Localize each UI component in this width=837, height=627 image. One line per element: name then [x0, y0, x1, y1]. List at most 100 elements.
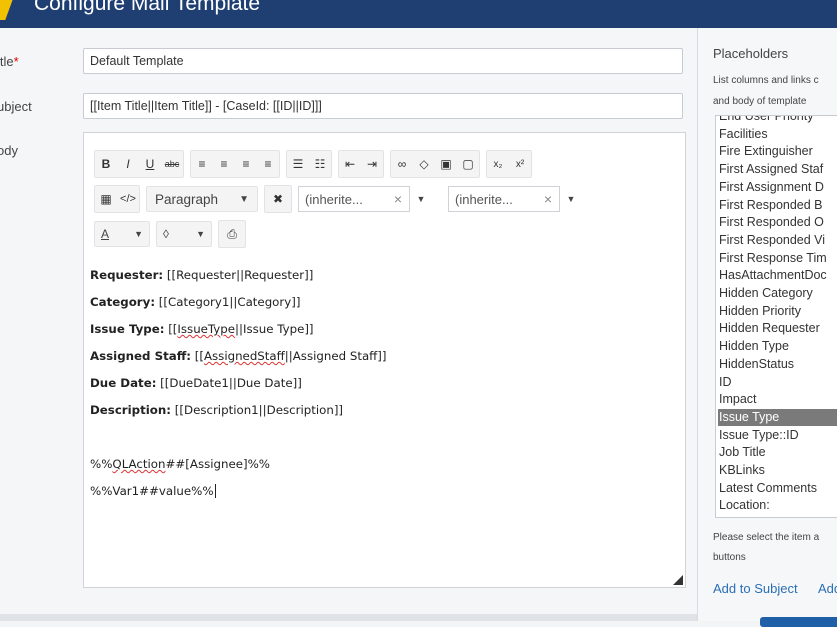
placeholders-hint-2: and body of template — [713, 96, 807, 107]
placeholder-item[interactable]: Hidden Type — [718, 338, 837, 355]
font-size-input[interactable]: (inherite... × — [448, 186, 560, 212]
align-center-button[interactable]: ≡ — [213, 151, 235, 177]
rich-text-editor[interactable]: B I Uabc ≡ ≡ ≡ ≡ ☰ ☷ ⇤ ⇥ ∞ ◇ ▣ ▢ x₂ x² ▦ </> Paragr… — [83, 132, 686, 588]
strikethrough-button[interactable]: abc — [161, 151, 183, 177]
body-line: Issue Type: [[IssueType||Issue Type]] — [90, 322, 314, 336]
body-line: Due Date: [[DueDate1||Due Date]] — [90, 376, 302, 390]
placeholder-item[interactable]: First Assignment D — [718, 179, 837, 196]
body-line: Category: [[Category1||Category]] — [90, 295, 301, 309]
variable-line: %%Var1##value%% — [90, 484, 216, 498]
placeholders-footer-1: Please select the item a — [713, 532, 820, 543]
placeholder-item[interactable]: Hidden Category — [718, 285, 837, 302]
bullet-list-button[interactable]: ☰ — [287, 151, 309, 177]
placeholders-hint-1: List columns and links c — [713, 75, 819, 86]
placeholder-item[interactable]: Fire Extinguisher — [718, 143, 837, 160]
subject-label: ubject — [0, 99, 32, 114]
placeholder-item[interactable]: Hidden Priority — [718, 303, 837, 320]
placeholder-item[interactable]: Facilities — [718, 126, 837, 143]
clear-font-family-icon[interactable]: × — [387, 191, 409, 207]
toolbar-row-1: B I Uabc ≡ ≡ ≡ ≡ ☰ ☷ ⇤ ⇥ ∞ ◇ ▣ ▢ x₂ x² — [94, 150, 538, 178]
placeholder-item[interactable]: First Responded Vi — [718, 232, 837, 249]
clear-font-size-icon[interactable]: × — [537, 191, 559, 207]
placeholder-item[interactable]: Hidden Requester — [718, 320, 837, 337]
placeholder-item[interactable]: First Assigned Staf — [718, 161, 837, 178]
font-color-dropdown[interactable]: A ▼ — [94, 221, 150, 247]
required-mark: * — [13, 54, 19, 69]
placeholder-item[interactable]: Job Title — [718, 444, 837, 461]
body-line: Requester: [[Requester||Requester]] — [90, 268, 314, 282]
body-label: ody — [0, 143, 18, 158]
font-color-icon: A — [101, 227, 110, 241]
table-icon[interactable]: ▦ — [95, 186, 117, 212]
file-button[interactable]: ▢ — [457, 151, 479, 177]
title-label: itle* — [0, 54, 19, 69]
subscript-button[interactable]: x₂ — [487, 151, 509, 177]
paragraph-dropdown[interactable]: Paragraph ▼ — [146, 186, 258, 212]
clear-format-group: ✖ — [264, 185, 292, 213]
body-line: Description: [[Description1||Description… — [90, 403, 344, 417]
placeholders-panel: Placeholders List columns and links c an… — [697, 28, 837, 621]
print-group: ⎙ — [218, 220, 246, 248]
align-right-button[interactable]: ≡ — [235, 151, 257, 177]
align-group: ≡ ≡ ≡ ≡ — [190, 150, 280, 178]
code-icon[interactable]: </> — [117, 186, 139, 212]
placeholder-item[interactable]: ID — [718, 374, 837, 391]
align-justify-button[interactable]: ≡ — [257, 151, 279, 177]
footer-bar — [0, 614, 697, 621]
background-color-dropdown[interactable]: ◊ ▼ — [156, 221, 212, 247]
clear-format-icon[interactable]: ✖ — [265, 186, 291, 212]
toolbar-row-3: A ▼ ◊ ▼ ⎙ — [94, 220, 252, 248]
indent-group: ⇤ ⇥ — [338, 150, 384, 178]
align-left-button[interactable]: ≡ — [191, 151, 213, 177]
outdent-button[interactable]: ⇤ — [339, 151, 361, 177]
placeholders-title: Placeholders — [713, 46, 789, 61]
placeholder-item[interactable]: HiddenStatus — [718, 356, 837, 373]
indent-button[interactable]: ⇥ — [361, 151, 383, 177]
link-button[interactable]: ∞ — [391, 151, 413, 177]
placeholders-footer-2: buttons — [713, 552, 746, 563]
bold-button[interactable]: B — [95, 151, 117, 177]
window-title: Configure Mail Template — [34, 0, 261, 15]
title-bar: Configure Mail Template — [0, 0, 837, 28]
font-size-dropdown-icon[interactable]: ▼ — [560, 186, 582, 212]
script-group: x₂ x² — [486, 150, 532, 178]
unlink-button[interactable]: ◇ — [413, 151, 435, 177]
list-group: ☰ ☷ — [286, 150, 332, 178]
main-form: itle* Default Template ubject [[Item Tit… — [0, 28, 697, 621]
add-to-subject-link[interactable]: Add to Subject — [713, 581, 798, 596]
table-group: ▦ </> — [94, 185, 140, 213]
placeholder-item[interactable]: KBLinks — [718, 462, 837, 479]
font-family-input[interactable]: (inherite... × — [298, 186, 410, 212]
action-line: %%QLAction##[Assignee]%% — [90, 457, 271, 471]
add-to-body-link[interactable]: Add — [818, 581, 837, 596]
text-cursor — [214, 484, 216, 498]
format-group: B I Uabc — [94, 150, 184, 178]
placeholder-item[interactable]: HasAttachmentDoc — [718, 267, 837, 284]
subject-input[interactable]: [[Item Title||Item Title]] - [CaseId: [[… — [83, 93, 683, 119]
save-button[interactable] — [760, 617, 837, 627]
toolbar-row-2: ▦ </> Paragraph ▼ ✖ (inherite... × ▼ (in… — [94, 185, 598, 213]
numbered-list-button[interactable]: ☷ — [309, 151, 331, 177]
print-icon[interactable]: ⎙ — [219, 221, 245, 247]
insert-group: ∞ ◇ ▣ ▢ — [390, 150, 480, 178]
fill-color-icon: ◊ — [163, 227, 169, 241]
placeholder-item[interactable]: End User Priority — [718, 116, 837, 125]
image-button[interactable]: ▣ — [435, 151, 457, 177]
superscript-button[interactable]: x² — [509, 151, 531, 177]
title-input[interactable]: Default Template — [83, 48, 683, 74]
body-line: Assigned Staff: [[AssignedStaff||Assigne… — [90, 349, 387, 363]
resize-handle[interactable] — [673, 575, 683, 585]
placeholder-item[interactable]: First Responded B — [718, 197, 837, 214]
placeholder-item[interactable]: Latest Comments — [718, 480, 837, 497]
placeholder-item[interactable]: First Responded O — [718, 214, 837, 231]
placeholder-item[interactable]: Impact — [718, 391, 837, 408]
pencil-icon — [0, 0, 15, 20]
italic-button[interactable]: I — [117, 151, 139, 177]
placeholder-item[interactable]: Issue Type — [718, 408, 837, 426]
underline-button[interactable]: U — [139, 151, 161, 177]
font-family-dropdown-icon[interactable]: ▼ — [410, 186, 432, 212]
placeholder-item[interactable]: First Response Tim — [718, 250, 837, 267]
placeholders-listbox[interactable]: End User Priority Facilities Fire Extingui… — [715, 115, 837, 518]
placeholder-item[interactable]: Location: — [718, 497, 837, 514]
placeholder-item[interactable]: Issue Type::ID — [718, 427, 837, 444]
